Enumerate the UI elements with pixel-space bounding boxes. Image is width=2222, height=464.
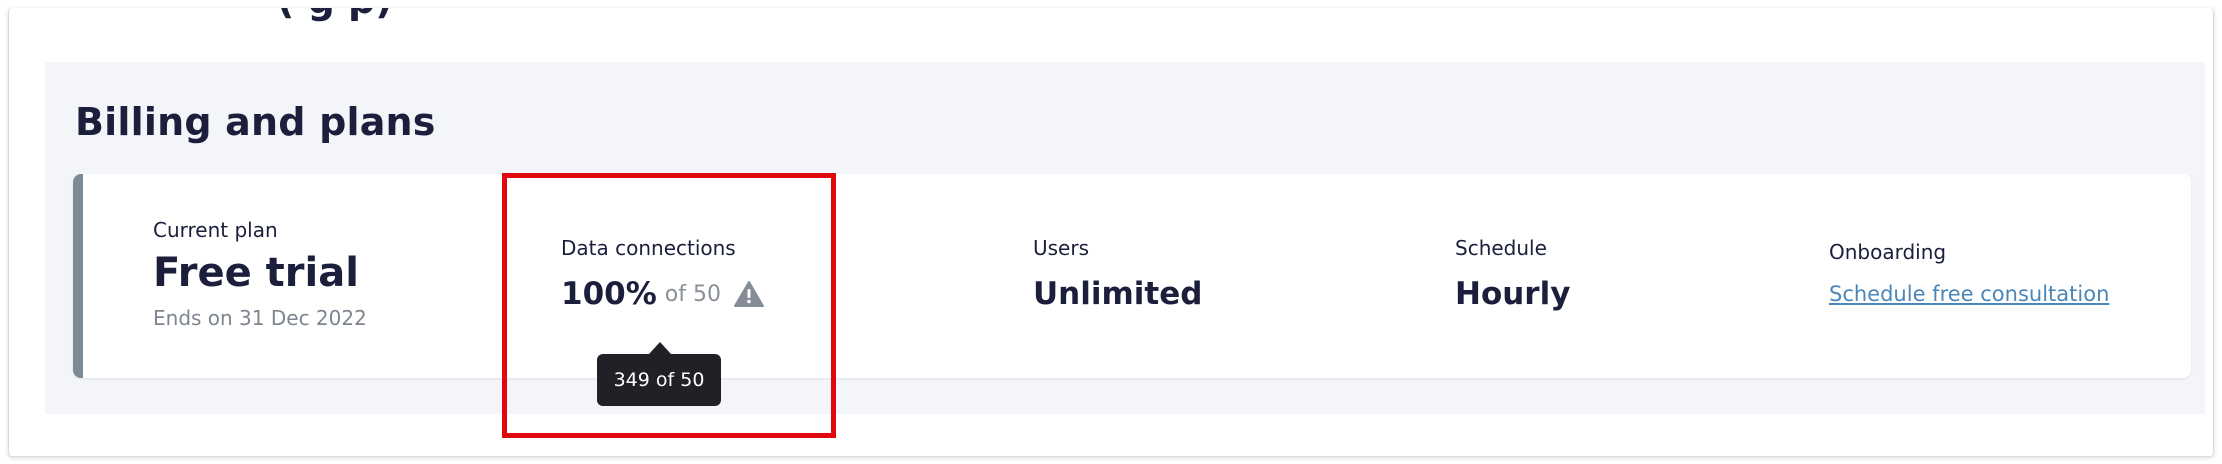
billing-section: Billing and plans Current plan Free tria… (45, 62, 2205, 414)
schedule-value: Hourly (1455, 276, 1571, 312)
users-value: Unlimited (1033, 276, 1203, 312)
current-plan-block: Current plan Free trial Ends on 31 Dec 2… (153, 218, 367, 330)
plan-name: Free trial (153, 250, 359, 296)
onboarding-block: Onboarding Schedule free consultation (1829, 240, 2109, 306)
highlight-annotation-box (502, 173, 836, 438)
page-frame: ( g p) Billing and plans Current plan Fr… (8, 8, 2214, 457)
onboarding-label: Onboarding (1829, 240, 1947, 264)
users-block: Users Unlimited (1033, 236, 1202, 312)
users-label: Users (1033, 236, 1090, 260)
section-title: Billing and plans (75, 100, 436, 144)
schedule-block: Schedule Hourly (1455, 236, 1570, 312)
schedule-label: Schedule (1455, 236, 1547, 260)
plan-end-date: Ends on 31 Dec 2022 (153, 306, 367, 330)
schedule-consultation-link[interactable]: Schedule free consultation (1829, 282, 2109, 306)
cropped-heading-fragment: ( g p) (277, 8, 393, 22)
current-plan-label: Current plan (153, 218, 278, 242)
plan-card: Current plan Free trial Ends on 31 Dec 2… (73, 174, 2191, 378)
